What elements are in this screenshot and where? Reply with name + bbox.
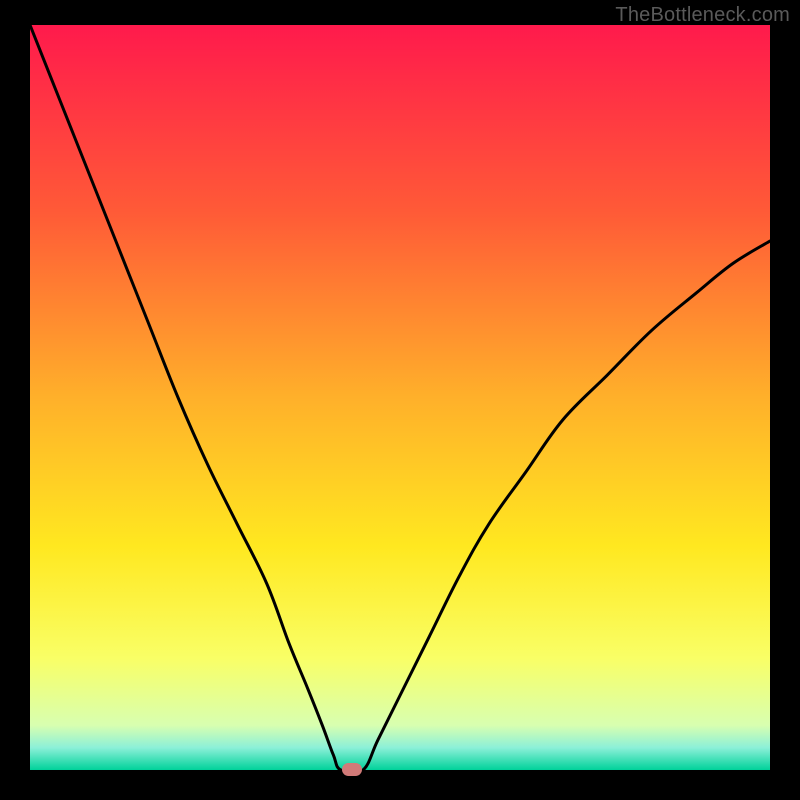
gradient-background bbox=[30, 25, 770, 770]
chart-frame bbox=[0, 25, 800, 800]
chart-svg bbox=[30, 25, 770, 770]
bottleneck-chart bbox=[30, 25, 770, 770]
optimum-marker bbox=[342, 763, 362, 776]
watermark-text: TheBottleneck.com bbox=[615, 4, 790, 27]
